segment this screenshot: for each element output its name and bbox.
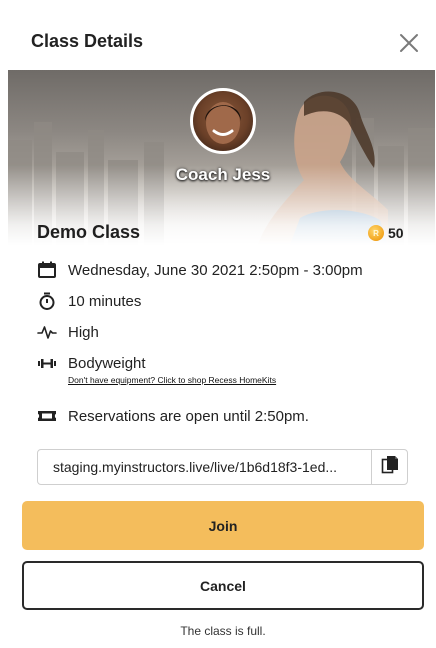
close-icon[interactable] — [398, 32, 420, 54]
calendar-icon — [37, 260, 57, 280]
dialog-title: Class Details — [31, 31, 144, 51]
cancel-button[interactable]: Cancel — [22, 561, 424, 610]
ticket-icon — [37, 406, 57, 426]
coin-icon: R — [368, 225, 384, 241]
detail-datetime: Wednesday, June 30 2021 2:50pm - 3:00pm — [37, 260, 363, 280]
coach-name: Coach Jess — [175, 165, 271, 184]
coach-avatar — [190, 88, 256, 154]
detail-intensity: High — [37, 322, 99, 342]
heartbeat-icon — [37, 322, 57, 342]
intensity-text: High — [68, 323, 99, 341]
class-name: Demo Class — [37, 222, 141, 242]
class-link-field[interactable]: staging.myinstructors.live/live/1b6d18f3… — [37, 449, 408, 485]
detail-duration: 10 minutes — [37, 291, 141, 311]
points-badge: R 50 — [368, 224, 404, 242]
class-full-note: The class is full. — [180, 624, 266, 638]
dialog-header: Class Details — [0, 0, 436, 70]
shop-homekits-link[interactable]: Don't have equipment? Click to shop Rece… — [68, 375, 276, 385]
equipment-text: Bodyweight — [68, 354, 146, 372]
detail-equipment: Bodyweight — [37, 353, 146, 373]
class-details-dialog: Class Details Coach Jess Demo Class R 50… — [0, 0, 436, 648]
join-button[interactable]: Join — [22, 501, 424, 550]
stopwatch-icon — [37, 291, 57, 311]
datetime-text: Wednesday, June 30 2021 2:50pm - 3:00pm — [68, 261, 363, 279]
detail-reservation: Reservations are open until 2:50pm. — [37, 406, 309, 426]
class-link-text[interactable]: staging.myinstructors.live/live/1b6d18f3… — [53, 459, 363, 475]
dumbbell-icon — [37, 353, 57, 373]
points-value: 50 — [388, 225, 404, 241]
copy-link-button[interactable] — [372, 450, 407, 484]
duration-text: 10 minutes — [68, 292, 142, 310]
reservation-text: Reservations are open until 2:50pm. — [68, 407, 309, 425]
copy-icon — [381, 455, 399, 480]
